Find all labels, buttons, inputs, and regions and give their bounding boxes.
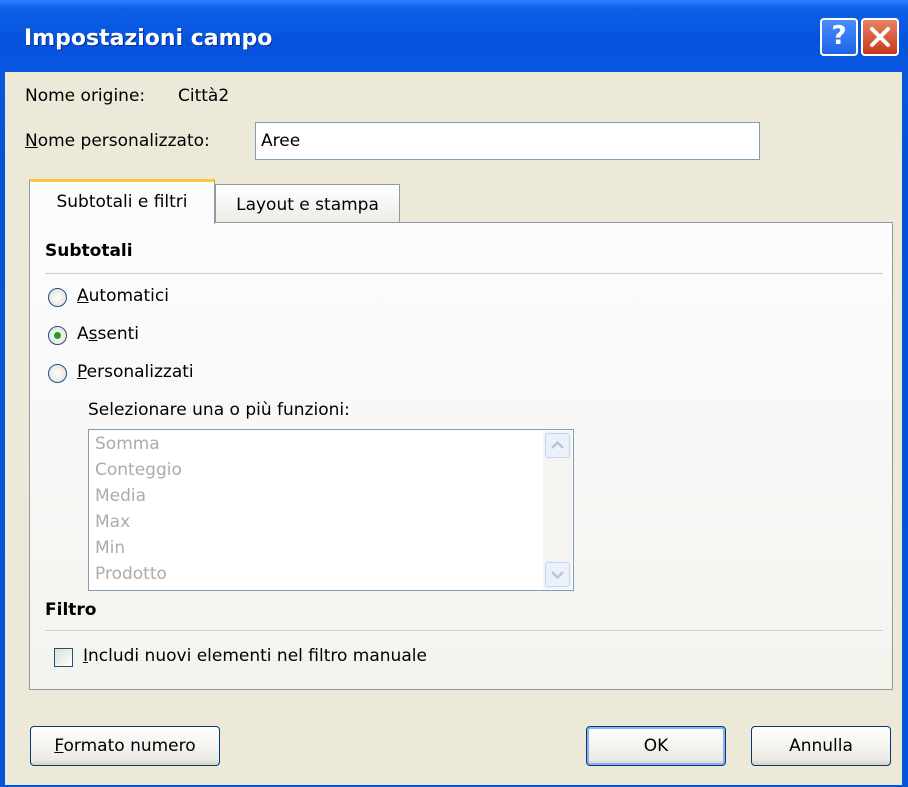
chevron-down-icon	[551, 571, 564, 580]
list-item[interactable]: Min	[95, 538, 125, 558]
list-item[interactable]: Max	[95, 512, 130, 532]
custom-name-accel: N	[25, 131, 38, 151]
subtotals-heading: Subtotali	[45, 241, 133, 261]
close-button[interactable]	[861, 18, 899, 56]
filter-heading: Filtro	[45, 600, 97, 620]
scroll-down-button[interactable]	[545, 562, 570, 587]
radio-none[interactable]	[48, 326, 67, 345]
include-new-items-label[interactable]: Includi nuovi elementi nel filtro manual…	[83, 646, 427, 666]
source-name-value: Città2	[178, 86, 230, 106]
functions-label: Selezionare una o più funzioni:	[88, 400, 350, 420]
chevron-up-icon	[551, 440, 564, 449]
source-name-label: Nome origine:	[25, 86, 146, 106]
include-new-items-checkbox[interactable]	[54, 648, 73, 667]
number-format-button[interactable]: Formato numero	[30, 726, 220, 766]
tab-layout-print[interactable]: Layout e stampa	[215, 184, 400, 224]
tab-panel: Subtotali Automatici Assenti Personalizz…	[29, 222, 893, 690]
radio-automatic-label[interactable]: Automatici	[77, 286, 169, 306]
help-button[interactable]: ?	[820, 18, 858, 56]
cancel-button[interactable]: Annulla	[751, 726, 891, 766]
list-item[interactable]: Conteggio	[95, 460, 182, 480]
list-item[interactable]: Media	[95, 486, 146, 506]
field-settings-dialog: Impostazioni campo ? Nome origine: Città…	[0, 0, 908, 787]
radio-custom[interactable]	[48, 364, 67, 383]
radio-automatic[interactable]	[48, 288, 67, 307]
list-item[interactable]: Prodotto	[95, 564, 167, 584]
functions-listbox[interactable]: Somma Conteggio Media Max Min Prodotto	[88, 429, 574, 591]
radio-none-label[interactable]: Assenti	[77, 324, 139, 344]
custom-name-input[interactable]: Aree	[255, 122, 760, 160]
title-bar[interactable]: Impostazioni campo ?	[0, 0, 908, 72]
custom-name-label: Nome personalizzato:	[25, 131, 210, 151]
tab-subtotals-filters[interactable]: Subtotali e filtri	[29, 179, 215, 224]
radio-selected-dot	[54, 332, 61, 339]
listbox-scrollbar[interactable]	[543, 431, 572, 589]
filter-separator	[45, 630, 883, 631]
custom-name-label-text: ome personalizzato:	[37, 131, 210, 151]
radio-custom-label[interactable]: Personalizzati	[77, 362, 194, 382]
list-item[interactable]: Somma	[95, 434, 160, 454]
dialog-title: Impostazioni campo	[24, 26, 273, 51]
ok-button[interactable]: OK	[586, 726, 726, 766]
subtotals-separator	[45, 273, 883, 274]
close-icon	[870, 27, 890, 47]
scroll-up-button[interactable]	[545, 433, 570, 458]
dialog-client-area: Nome origine: Città2 Nome personalizzato…	[5, 72, 902, 785]
